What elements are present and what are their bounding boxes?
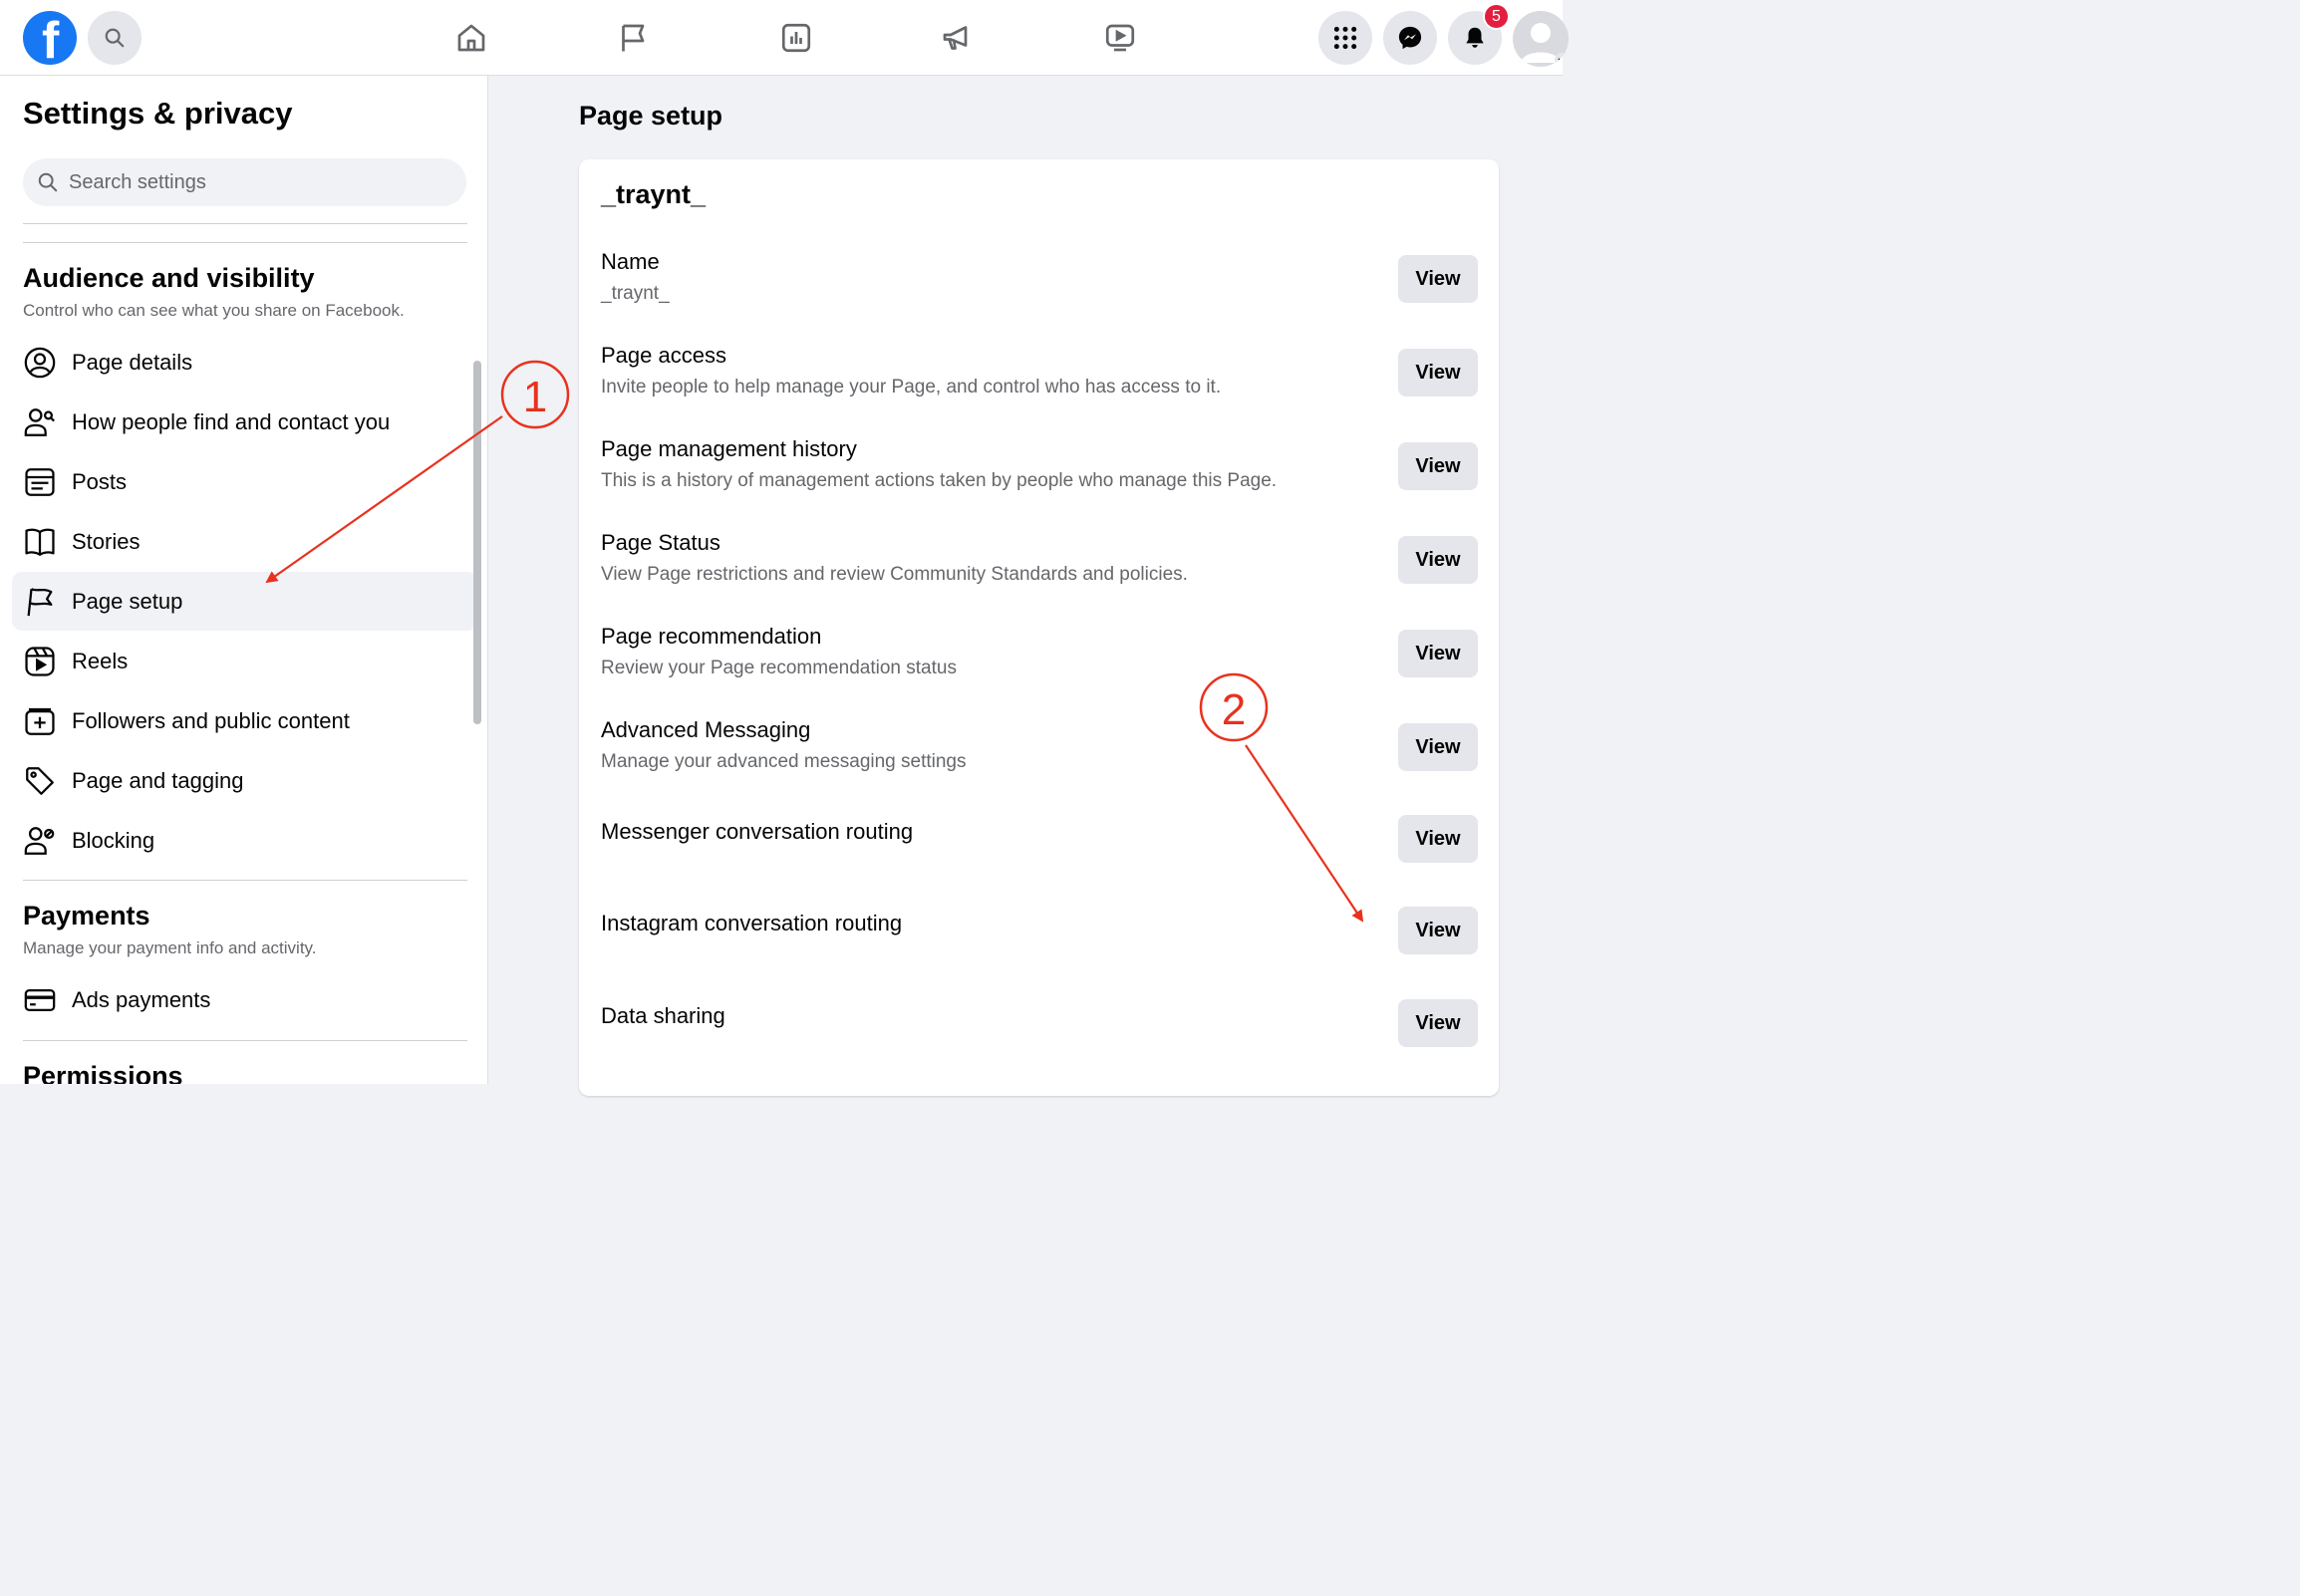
search-icon	[105, 28, 125, 48]
card-title: _traynt_	[601, 179, 707, 209]
view-instagram-routing-button[interactable]: View	[1398, 907, 1478, 954]
user-search-icon	[22, 404, 58, 440]
menu-grid-icon	[1333, 26, 1357, 50]
annotation-number-1: 1	[523, 373, 547, 421]
view-management-history-button[interactable]: View	[1398, 442, 1478, 490]
row-subtitle: Manage your advanced messaging settings	[601, 751, 967, 772]
insights-icon[interactable]	[776, 18, 816, 58]
settings-sidebar: Settings & privacy Audience and visibili…	[0, 76, 488, 1084]
row-subtitle: This is a history of management actions …	[601, 470, 1278, 491]
view-advanced-messaging-button[interactable]: View	[1398, 723, 1478, 771]
row-subtitle: Review your Page recommendation status	[601, 658, 957, 678]
block-user-icon	[22, 823, 58, 859]
view-messenger-routing-button[interactable]: View	[1398, 815, 1478, 863]
flag-icon	[22, 584, 58, 620]
top-navigation-bar: f 5	[0, 0, 1569, 76]
sidebar-item-blocking[interactable]: Blocking	[12, 811, 477, 870]
divider	[23, 223, 467, 224]
sidebar-item-posts[interactable]: Posts	[12, 452, 477, 511]
divider	[23, 1040, 467, 1041]
messenger-icon	[1398, 26, 1422, 50]
search-settings-input[interactable]	[67, 169, 449, 195]
facebook-logo[interactable]: f	[23, 11, 77, 67]
row-title: Page Status	[601, 530, 720, 555]
reels-icon	[22, 644, 58, 679]
menu-grid-button[interactable]	[1318, 11, 1372, 65]
row-title: Data sharing	[601, 1003, 725, 1028]
video-icon[interactable]	[1100, 18, 1140, 58]
profile-avatar[interactable]	[1513, 11, 1569, 67]
followers-icon	[22, 703, 58, 739]
sidebar-item-followers[interactable]: Followers and public content	[12, 691, 477, 750]
sidebar-title: Settings & privacy	[23, 96, 293, 131]
book-icon	[22, 524, 58, 560]
row-title: Page recommendation	[601, 624, 822, 649]
page-setup-card: _traynt_ Name _traynt_ View Page access …	[579, 159, 1499, 1096]
search-button[interactable]	[88, 11, 142, 65]
notification-badge: 5	[1483, 3, 1510, 30]
sidebar-item-page-setup[interactable]: Page setup	[12, 572, 477, 631]
sidebar-scrollbar[interactable]	[473, 361, 481, 724]
sidebar-item-page-and-tagging[interactable]: Page and tagging	[12, 751, 477, 810]
user-circle-icon	[22, 345, 58, 381]
view-name-button[interactable]: View	[1398, 255, 1478, 303]
page-title: Page setup	[579, 101, 723, 131]
messenger-button[interactable]	[1383, 11, 1437, 65]
search-icon	[37, 171, 59, 193]
permissions-section-title: Permissions	[23, 1061, 183, 1084]
audience-section-title: Audience and visibility	[23, 263, 315, 293]
view-page-recommendation-button[interactable]: View	[1398, 630, 1478, 677]
row-title: Messenger conversation routing	[601, 819, 914, 844]
row-title: Page access	[601, 343, 726, 368]
sidebar-item-ads-payments[interactable]: Ads payments	[12, 970, 477, 1029]
payments-section-subtitle: Manage your payment info and activity.	[23, 938, 317, 957]
sidebar-item-page-details[interactable]: Page details	[12, 333, 477, 392]
credit-card-icon	[22, 982, 58, 1018]
bell-icon	[1466, 27, 1484, 48]
view-page-access-button[interactable]: View	[1398, 349, 1478, 397]
sidebar-item-stories[interactable]: Stories	[12, 512, 477, 571]
search-settings-box[interactable]	[23, 158, 466, 206]
posts-icon	[22, 464, 58, 500]
home-icon[interactable]	[451, 18, 491, 58]
sidebar-item-how-people-find-you[interactable]: How people find and contact you	[12, 393, 477, 451]
view-data-sharing-button[interactable]: View	[1398, 999, 1478, 1047]
row-subtitle: View Page restrictions and review Commun…	[601, 564, 1188, 585]
megaphone-icon[interactable]	[937, 18, 977, 58]
row-subtitle: _traynt_	[601, 283, 670, 304]
row-subtitle: Invite people to help manage your Page, …	[601, 377, 1222, 398]
row-title: Page management history	[601, 436, 857, 461]
tag-icon	[22, 763, 58, 799]
payments-section-title: Payments	[23, 901, 150, 931]
row-title: Instagram conversation routing	[601, 911, 903, 935]
flag-icon[interactable]	[614, 18, 654, 58]
sidebar-item-reels[interactable]: Reels	[12, 632, 477, 690]
divider	[23, 880, 467, 881]
row-title: Advanced Messaging	[601, 717, 811, 742]
divider	[23, 242, 467, 243]
row-title: Name	[601, 249, 660, 274]
audience-section-subtitle: Control who can see what you share on Fa…	[23, 301, 405, 320]
view-page-status-button[interactable]: View	[1398, 536, 1478, 584]
